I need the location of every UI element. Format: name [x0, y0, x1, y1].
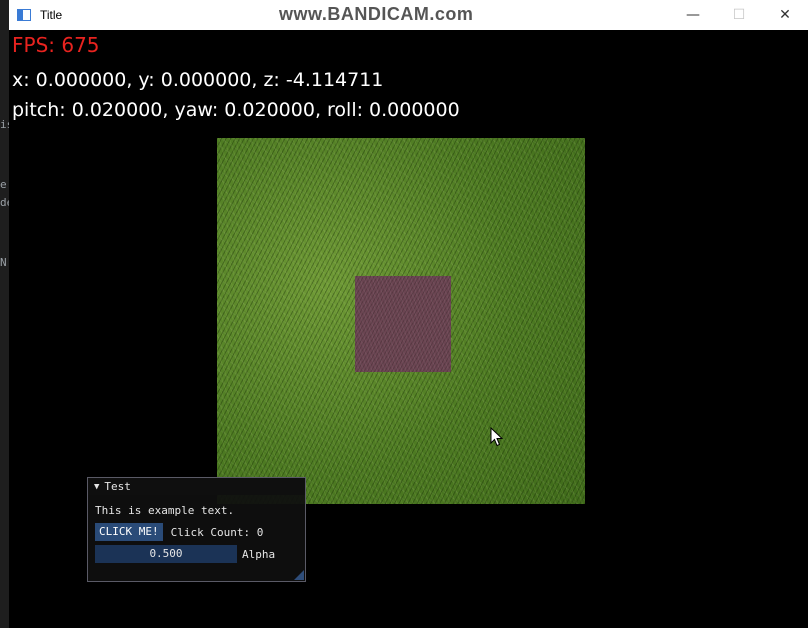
click-me-button[interactable]: CLICK ME! — [95, 523, 163, 541]
maximize-icon: ☐ — [732, 7, 746, 23]
grass-textured-plane — [217, 138, 585, 504]
textured-cube — [355, 276, 451, 372]
recording-watermark: www.BANDICAM.com — [279, 4, 474, 24]
alpha-slider-value: 0.500 — [149, 547, 183, 560]
minimize-icon: — — [686, 7, 700, 23]
alpha-slider-label: Alpha — [242, 547, 276, 561]
minimize-button[interactable]: — — [670, 0, 716, 30]
click-count-label: Click Count: 0 — [170, 525, 264, 539]
app-window-icon — [17, 9, 31, 21]
button-row: CLICK ME! Click Count: 0 — [95, 523, 305, 541]
camera-position-readout: x: 0.000000, y: 0.000000, z: -4.114711 — [12, 69, 384, 91]
fps-counter: FPS: 675 — [12, 33, 100, 57]
maximize-button[interactable]: ☐ — [716, 0, 762, 30]
imgui-test-window[interactable]: ▼ Test This is example text. CLICK ME! C… — [87, 477, 306, 582]
imgui-title-bar[interactable]: ▼ Test — [88, 478, 305, 495]
resize-grip-icon[interactable] — [294, 570, 304, 580]
mouse-cursor-icon — [490, 427, 504, 447]
close-button[interactable]: ✕ — [762, 0, 808, 30]
window-title: Title — [40, 8, 63, 22]
title-bar[interactable]: Title www.BANDICAM.com — ☐ ✕ — [9, 0, 808, 30]
camera-rotation-readout: pitch: 0.020000, yaw: 0.020000, roll: 0.… — [12, 99, 460, 121]
example-text-row: This is example text. — [95, 501, 305, 519]
slider-row: 0.500 Alpha — [95, 545, 305, 563]
collapse-triangle-icon[interactable]: ▼ — [94, 482, 99, 492]
close-icon: ✕ — [779, 7, 791, 23]
imgui-window-title: Test — [104, 480, 131, 493]
imgui-body: This is example text. CLICK ME! Click Co… — [88, 495, 305, 563]
example-text: This is example text. — [95, 503, 235, 517]
app-window: Title www.BANDICAM.com — ☐ ✕ FPS: 675 x:… — [9, 0, 808, 628]
window-controls: — ☐ ✕ — [670, 0, 808, 30]
alpha-slider[interactable]: 0.500 — [95, 545, 237, 563]
background-editor-sliver: is e de N — [0, 0, 13, 628]
